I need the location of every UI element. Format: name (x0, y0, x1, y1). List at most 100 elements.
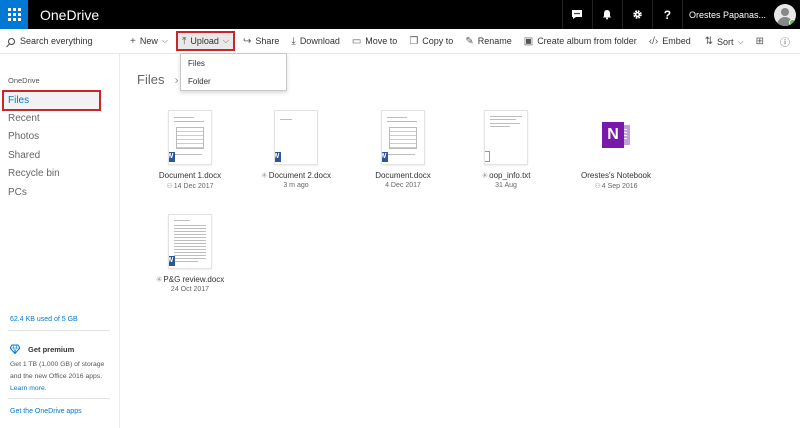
create-album-button[interactable]: ▣ Create album from folder (518, 29, 643, 54)
file-tile[interactable]: W Document.docx 4 Dec 2017 (358, 110, 448, 189)
rename-button[interactable]: ✎ Rename (459, 29, 517, 54)
view-controls: ⇅ Sort ⌵ ⊞ ⓘ (699, 29, 800, 54)
file-date: 4 Sep 2016 (601, 183, 638, 190)
sort-label: Sort (717, 36, 734, 47)
user-name[interactable]: Orestes Papanas... (681, 0, 774, 29)
file-tile[interactable]: W Document 1.docx ⚇14 Dec 2017 (145, 110, 235, 190)
chat-button[interactable] (561, 0, 592, 29)
sidebar-item-files[interactable]: Files (2, 90, 101, 111)
sidebar-item-photos[interactable]: Photos (8, 127, 118, 145)
file-thumbnail: W (381, 110, 425, 165)
file-tile[interactable]: ✳oop_info.txt 31 Aug (461, 110, 551, 189)
breadcrumb-root[interactable]: Files (137, 72, 164, 87)
file-name: oop_info.txt (489, 171, 531, 180)
share-label: Share (255, 36, 280, 46)
file-name: Document 2.docx (268, 171, 331, 180)
word-icon: W (169, 152, 175, 162)
download-button[interactable]: ⤓ Download (285, 29, 345, 54)
embed-label: Embed (662, 36, 691, 46)
search-input[interactable]: Search everything (20, 36, 93, 46)
sidebar-item-recent[interactable]: Recent (8, 109, 118, 127)
album-icon: ▣ (523, 35, 534, 47)
info-button[interactable]: ⓘ (774, 29, 800, 54)
get-apps-link[interactable]: Get the OneDrive apps (10, 408, 82, 415)
bell-icon (603, 10, 612, 20)
storage-usage-link[interactable]: 62.4 KB used of 5 GB (10, 316, 78, 323)
file-thumbnail: W (168, 110, 212, 165)
upload-menu-folder[interactable]: Folder (181, 72, 286, 90)
help-button[interactable]: ? (651, 0, 682, 29)
premium-text: Get 1 TB (1,000 GB) of storage and the n… (10, 361, 105, 380)
shared-icon: ⚇ (166, 183, 173, 190)
copy-label: Copy to (422, 36, 454, 46)
word-icon: W (382, 152, 388, 162)
chat-icon (572, 10, 583, 19)
app-launcher-button[interactable] (0, 0, 28, 29)
view-toggle-button[interactable]: ⊞ (750, 29, 774, 54)
waffle-icon (7, 8, 21, 21)
suite-bar: OneDrive ? Orestes Papanas... (0, 0, 800, 29)
shared-icon: ⚇ (594, 183, 601, 190)
app-title[interactable]: OneDrive (40, 7, 99, 23)
copy-to-button[interactable]: ❐ Copy to (403, 29, 459, 54)
file-tile[interactable]: W ✳Document 2.docx 3 m ago (251, 110, 341, 189)
help-icon: ? (663, 7, 672, 22)
file-thumbnail: W (168, 214, 212, 269)
pencil-icon: ✎ (465, 35, 474, 47)
notebook-tile[interactable]: N Orestes's Notebook ⚇4 Sep 2016 (571, 110, 661, 190)
onenote-icon: N (592, 110, 640, 165)
file-name: Document 1.docx (158, 171, 222, 180)
upload-menu-files[interactable]: Files (181, 54, 286, 72)
copy-icon: ❐ (409, 35, 419, 47)
word-icon: W (169, 256, 175, 266)
file-tile[interactable]: W ✳P&G review.docx 24 Oct 2017 (145, 214, 235, 293)
grid-view-icon: ⊞ (755, 36, 764, 47)
chevron-down-icon: ⌵ (161, 36, 168, 45)
rename-label: Rename (477, 36, 512, 46)
suite-bar-right: ? Orestes Papanas... (561, 0, 800, 29)
upload-arrow-icon: ⤒ (181, 35, 187, 47)
embed-button[interactable]: ‹/› Embed (643, 29, 697, 54)
main-content: Files › W Document 1.docx ⚇14 Dec 2017 W… (121, 54, 800, 428)
plus-icon: + (130, 35, 136, 47)
move-label: Move to (365, 36, 398, 46)
premium-title: Get premium (28, 344, 75, 354)
file-date: 4 Dec 2017 (385, 182, 421, 189)
chevron-down-icon: ⌵ (737, 36, 744, 46)
premium-promo: Get premium Get 1 TB (1,000 GB) of stora… (10, 344, 115, 395)
sidebar-divider (8, 330, 110, 331)
text-file-icon (485, 151, 490, 162)
file-name: Orestes's Notebook (580, 171, 651, 180)
word-icon: W (275, 152, 281, 162)
sidebar-item-pcs[interactable]: PCs (8, 183, 118, 201)
upload-menu: Files Folder (180, 53, 287, 91)
embed-icon: ‹/› (648, 35, 659, 47)
learn-more-link[interactable]: Learn more. (10, 385, 47, 392)
share-icon: ↪ (242, 35, 252, 47)
file-date: 31 Aug (495, 182, 517, 189)
sort-button[interactable]: ⇅ Sort ⌵ (699, 29, 750, 54)
sidebar-header: OneDrive (8, 76, 40, 85)
album-label: Create album from folder (537, 36, 637, 46)
sidebar: OneDrive Files Recent Photos Shared Recy… (0, 54, 120, 428)
sidebar-item-recycle-bin[interactable]: Recycle bin (8, 164, 118, 182)
new-item-icon: ✳ (481, 171, 489, 180)
move-icon: ▭ (351, 35, 362, 47)
upload-label: Upload (190, 36, 219, 46)
file-thumbnail: W (274, 110, 318, 165)
move-to-button[interactable]: ▭ Move to (346, 29, 403, 54)
share-button[interactable]: ↪ Share (237, 29, 285, 54)
file-date: 14 Dec 2017 (173, 183, 214, 190)
file-date: 24 Oct 2017 (170, 286, 210, 293)
settings-button[interactable] (621, 0, 652, 29)
notifications-button[interactable] (591, 0, 622, 29)
download-icon: ⤓ (291, 35, 296, 47)
avatar[interactable] (774, 3, 796, 26)
upload-button[interactable]: ⤒ Upload ⌵ (175, 31, 235, 51)
sidebar-divider (8, 398, 110, 399)
new-button[interactable]: + New ⌵ (124, 29, 174, 54)
command-bar: Search everything + New ⌵ ⤒ Upload ⌵ ↪ S… (0, 29, 800, 54)
search-icon (8, 37, 15, 45)
sidebar-item-shared[interactable]: Shared (8, 146, 118, 164)
search-box[interactable]: Search everything (0, 29, 120, 54)
